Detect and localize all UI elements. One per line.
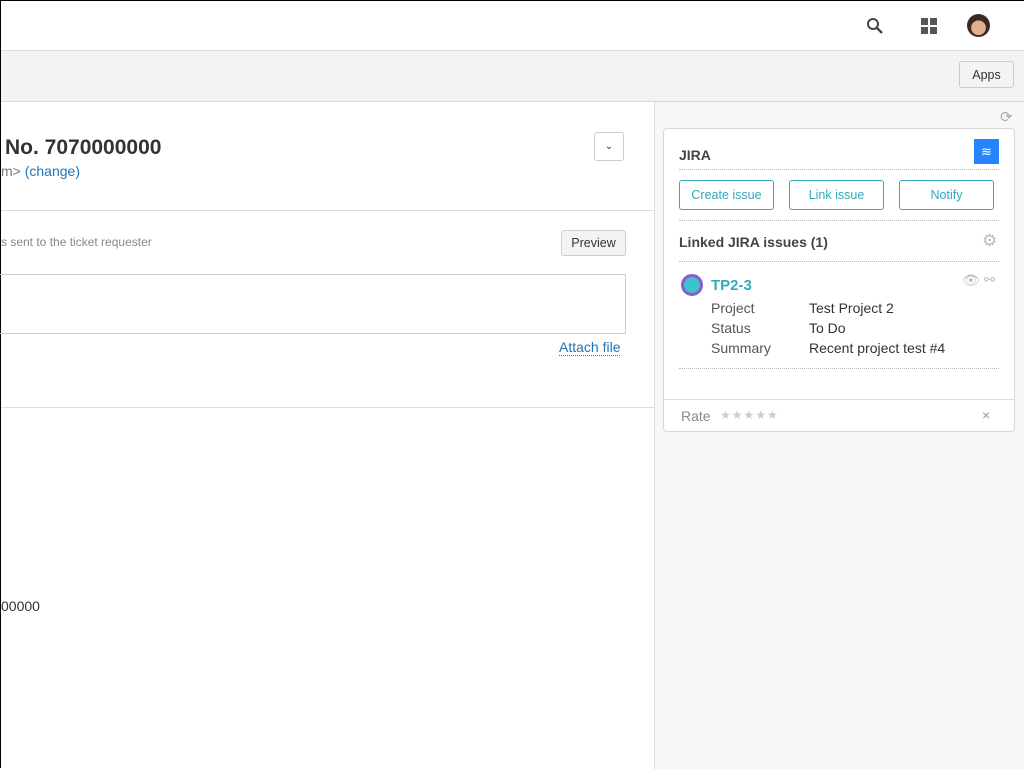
field-label-project: Project: [711, 300, 755, 316]
issue-type-icon: [681, 274, 703, 296]
issue-key-link[interactable]: TP2-3: [711, 277, 752, 294]
ticket-title: No. 7070000000: [5, 136, 162, 159]
divider: [679, 368, 999, 369]
requester-partial: m>: [1, 163, 21, 179]
reply-hint: s sent to the ticket requester: [1, 235, 152, 249]
change-requester-link[interactable]: (change): [25, 163, 80, 179]
user-avatar[interactable]: [967, 14, 990, 37]
ticket-main: No. 7070000000 m> (change) ⌄ s sent to t…: [0, 102, 654, 769]
field-value-summary: Recent project test #4: [809, 340, 946, 356]
jira-logo-icon: ≋: [974, 139, 999, 164]
field-value-status: To Do: [809, 320, 846, 336]
close-icon[interactable]: ×: [982, 407, 990, 423]
divider: [1, 407, 654, 408]
divider: [664, 399, 1014, 400]
rating-stars[interactable]: ★★★★★: [720, 408, 779, 422]
create-issue-button[interactable]: Create issue: [679, 180, 774, 210]
apps-button[interactable]: Apps: [959, 61, 1014, 88]
field-label-summary: Summary: [711, 340, 771, 356]
top-bar: [1, 1, 1024, 51]
search-icon[interactable]: [866, 17, 884, 35]
attach-file-link[interactable]: Attach file: [559, 339, 621, 356]
apps-grid-icon[interactable]: [921, 18, 937, 34]
linked-issues-heading: Linked JIRA issues (1): [679, 234, 828, 250]
ticket-options-chevron-icon[interactable]: ⌄: [594, 132, 624, 161]
refresh-icon[interactable]: ⟳: [1000, 108, 1013, 126]
field-value-project: Test Project 2: [809, 300, 894, 316]
field-value: 00000: [1, 598, 40, 614]
divider: [679, 169, 999, 170]
divider: [1, 210, 654, 211]
notify-button[interactable]: Notify: [899, 180, 994, 210]
sub-toolbar: Apps: [1, 51, 1024, 102]
jira-app-card: JIRA ≋ Create issue Link issue Notify Li…: [663, 128, 1015, 432]
apps-sidebar: ⟳ JIRA ≋ Create issue Link issue Notify …: [654, 102, 1024, 769]
unlink-icon[interactable]: ⚯: [984, 272, 995, 288]
watch-eye-icon[interactable]: 👁: [962, 272, 980, 289]
link-issue-button[interactable]: Link issue: [789, 180, 884, 210]
divider: [679, 261, 999, 262]
requester-email: m> (change): [1, 163, 80, 179]
rate-label: Rate: [681, 408, 711, 424]
settings-gear-icon[interactable]: ⚙: [982, 231, 997, 251]
jira-title: JIRA: [679, 147, 711, 163]
field-label-status: Status: [711, 320, 751, 336]
divider: [679, 220, 999, 221]
preview-button[interactable]: Preview: [561, 230, 626, 256]
reply-textarea[interactable]: [0, 274, 626, 334]
